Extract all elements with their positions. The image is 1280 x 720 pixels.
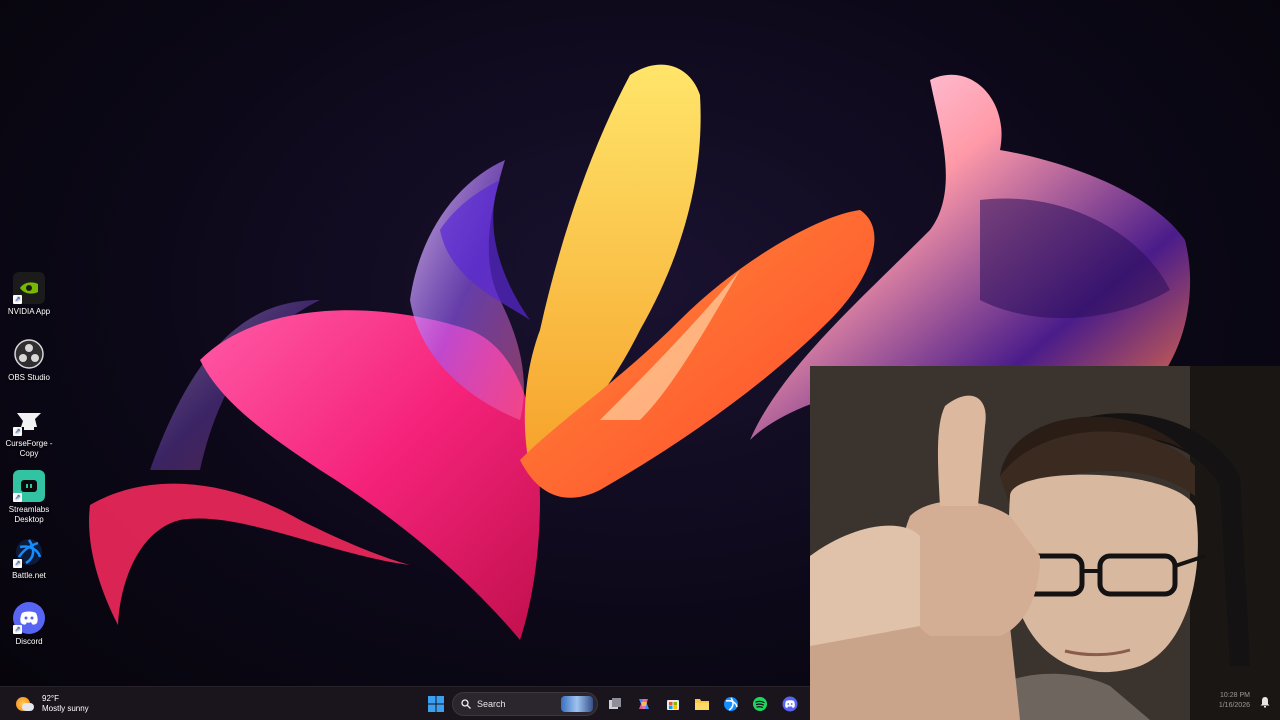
weather-widget[interactable]: 92°F Mostly sunny <box>16 691 89 717</box>
battlenet-icon: ↗ <box>13 536 45 568</box>
desktop-icon-label: Streamlabs <box>8 505 50 514</box>
battlenet-taskbar-button[interactable] <box>720 693 742 715</box>
desktop: ↗ NVIDIA App OBS Studio ↗ CurseForge - C… <box>0 0 1280 720</box>
taskbar-search-box[interactable]: Search <box>452 692 598 716</box>
start-button[interactable] <box>425 693 447 715</box>
file-explorer-button[interactable] <box>691 693 713 715</box>
nvidia-icon: ↗ <box>13 272 45 304</box>
weather-temperature: 92°F <box>42 694 59 703</box>
desktop-icon-label: Discord <box>15 637 43 646</box>
weather-condition: Mostly sunny <box>42 704 89 713</box>
desktop-icon-label: Battle.net <box>12 571 46 580</box>
notification-bell-icon[interactable] <box>1260 696 1270 708</box>
desktop-icon-obs-studio[interactable]: OBS Studio <box>4 338 54 383</box>
desktop-icon-battlenet[interactable]: ↗ Battle.net <box>4 536 54 581</box>
task-view-button[interactable] <box>604 693 626 715</box>
taskbar: 92°F Mostly sunny Search <box>0 686 810 720</box>
partly-sunny-icon <box>16 697 34 711</box>
discord-icon <box>782 696 798 712</box>
desktop-icon-label: CurseForge - <box>5 439 53 448</box>
system-clock[interactable]: 10:28 PM 1/16/2026 <box>1219 691 1250 711</box>
desktop-icon-discord[interactable]: ↗ Discord <box>4 602 54 647</box>
webcam-overlay <box>810 366 1280 720</box>
store-button[interactable] <box>662 693 684 715</box>
search-placeholder: Search <box>477 699 506 709</box>
clock-date: 1/16/2026 <box>1218 702 1250 709</box>
desktop-icon-streamlabs[interactable]: ↗ Streamlabs Desktop <box>4 470 54 525</box>
discord-taskbar-button[interactable] <box>779 693 801 715</box>
copilot-button[interactable] <box>633 693 655 715</box>
desktop-icon-label-line2: Desktop <box>14 515 44 524</box>
file-explorer-icon <box>695 699 709 710</box>
obs-icon <box>13 338 45 370</box>
desktop-icon-label-line2: Copy <box>19 449 39 458</box>
battlenet-icon <box>724 697 738 711</box>
shortcut-arrow-icon: ↗ <box>13 295 22 304</box>
spotify-icon <box>753 697 767 711</box>
desktop-icon-nvidia-app[interactable]: ↗ NVIDIA App <box>4 272 54 317</box>
search-highlight-image <box>561 696 593 712</box>
task-view-icon <box>609 698 621 709</box>
spotify-button[interactable] <box>749 693 771 715</box>
curseforge-icon: ↗ <box>13 404 45 436</box>
shortcut-arrow-icon: ↗ <box>13 493 22 502</box>
desktop-icon-label: NVIDIA App <box>7 307 51 316</box>
shortcut-arrow-icon: ↗ <box>13 625 22 634</box>
shortcut-arrow-icon: ↗ <box>13 427 22 436</box>
webcam-person <box>810 366 1280 720</box>
desktop-icon-curseforge[interactable]: ↗ CurseForge - Copy <box>4 404 54 459</box>
desktop-icon-label: OBS Studio <box>8 373 50 382</box>
system-tray: 10:28 PM 1/16/2026 <box>1190 686 1280 720</box>
shortcut-arrow-icon: ↗ <box>13 559 22 568</box>
clock-time: 10:28 PM <box>1220 692 1250 699</box>
search-icon <box>461 699 471 709</box>
copilot-icon <box>639 699 649 709</box>
streamlabs-icon: ↗ <box>13 470 45 502</box>
store-icon <box>667 700 679 710</box>
windows-start-icon <box>428 696 444 712</box>
discord-icon: ↗ <box>13 602 45 634</box>
